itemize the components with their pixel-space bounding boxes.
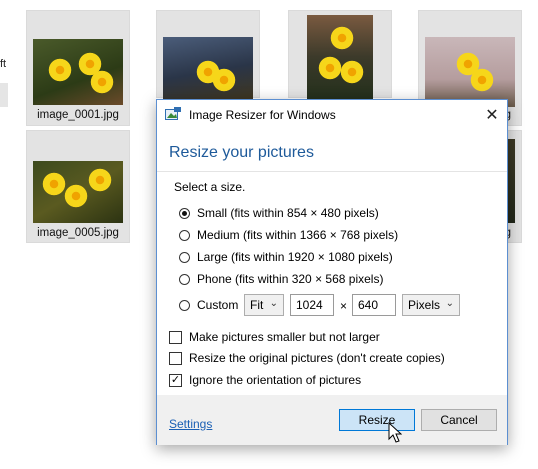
size-option-small[interactable]: Small (fits within 854 × 480 pixels): [179, 204, 379, 222]
option-ignore-orientation[interactable]: ✓ Ignore the orientation of pictures: [169, 371, 361, 389]
daffodil-shape: [211, 67, 237, 93]
size-option-label: Small (fits within 854 × 480 pixels): [197, 206, 379, 220]
close-button[interactable]: ✕: [477, 100, 507, 130]
dialog-title: Image Resizer for Windows: [189, 108, 336, 122]
resize-button[interactable]: Resize: [339, 409, 415, 431]
radio-button[interactable]: [179, 251, 190, 263]
thumbnail-photo: [307, 15, 373, 99]
daffodil-shape: [47, 57, 73, 83]
close-icon: ✕: [485, 107, 499, 124]
thumbnail-image-0003[interactable]: [288, 10, 392, 99]
size-option-label: Phone (fits within 320 × 568 pixels): [197, 272, 384, 286]
thumbnail-image-0005[interactable]: image_0005.jpg: [26, 130, 130, 243]
image-resizer-dialog: Image Resizer for Windows ✕ Resize your …: [156, 99, 508, 445]
radio-button[interactable]: [179, 299, 190, 311]
thumbnail-photo: [33, 39, 123, 105]
size-option-custom[interactable]: Custom: [179, 296, 238, 314]
radio-button[interactable]: [179, 207, 190, 219]
times-symbol: ×: [340, 299, 348, 313]
radio-button[interactable]: [179, 229, 190, 241]
thumbnail-image-0002[interactable]: [156, 10, 260, 99]
chevron-down-icon: ⌄: [445, 298, 454, 309]
mouse-pointer-icon: [388, 422, 402, 443]
size-option-phone[interactable]: Phone (fits within 320 × 568 pixels): [179, 270, 383, 288]
daffodil-shape: [329, 25, 355, 51]
thumbnail-image-0001[interactable]: image_0001.jpg: [26, 10, 130, 126]
option-resize-originals[interactable]: Resize the original pictures (don't crea…: [169, 349, 445, 367]
image-resizer-icon: [165, 107, 181, 120]
chevron-down-icon: ⌄: [269, 298, 278, 309]
settings-link[interactable]: Settings: [169, 417, 212, 431]
option-label: Resize the original pictures (don't crea…: [189, 351, 445, 365]
thumbnail-photo: [163, 37, 253, 99]
thumbnail-filename: image_0001.jpg: [37, 109, 119, 121]
cancel-button[interactable]: Cancel: [421, 409, 497, 431]
thumbnail-filename: image_0005.jpg: [37, 227, 119, 239]
left-pane-selection: [0, 83, 8, 107]
left-pane-text: ft: [0, 58, 7, 70]
unit-value: Pixels: [408, 298, 441, 312]
unit-select[interactable]: Pixels ⌄: [402, 294, 460, 316]
title-bar[interactable]: Image Resizer for Windows ✕: [157, 100, 507, 130]
custom-width-value: 1024: [296, 298, 323, 312]
checkmark-icon: ✓: [170, 373, 181, 386]
divider: [157, 171, 507, 172]
daffodil-shape: [469, 67, 495, 93]
daffodil-shape: [63, 183, 89, 209]
option-smaller-not-larger[interactable]: Make pictures smaller but not larger: [169, 328, 380, 346]
custom-height-value: 640: [358, 298, 379, 312]
thumbnail-photo: [425, 37, 515, 107]
size-option-medium[interactable]: Medium (fits within 1366 × 768 pixels): [179, 226, 398, 244]
size-option-large[interactable]: Large (fits within 1920 × 1080 pixels): [179, 248, 393, 266]
fit-mode-value: Fit: [250, 298, 264, 312]
daffodil-shape: [87, 167, 113, 193]
fit-mode-select[interactable]: Fit ⌄: [244, 294, 284, 316]
size-option-label: Large (fits within 1920 × 1080 pixels): [197, 250, 393, 264]
left-pane: [0, 0, 14, 469]
cancel-button-label: Cancel: [440, 413, 478, 427]
dialog-heading: Resize your pictures: [169, 144, 314, 161]
dialog-footer: Settings Resize Cancel: [157, 395, 507, 445]
daffodil-shape: [339, 59, 365, 85]
custom-width-input[interactable]: 1024: [290, 294, 334, 316]
custom-height-input[interactable]: 640: [352, 294, 396, 316]
checkbox-checked[interactable]: ✓: [169, 373, 182, 387]
size-prompt: Select a size.: [174, 180, 246, 194]
checkbox[interactable]: [169, 351, 182, 365]
thumbnail-photo: [33, 161, 123, 223]
option-label: Ignore the orientation of pictures: [189, 373, 362, 387]
size-option-label: Medium (fits within 1366 × 768 pixels): [197, 228, 399, 242]
checkbox[interactable]: [169, 330, 182, 344]
size-option-label: Custom: [197, 298, 239, 312]
option-label: Make pictures smaller but not larger: [189, 330, 380, 344]
daffodil-shape: [89, 69, 115, 95]
radio-button[interactable]: [179, 273, 190, 285]
